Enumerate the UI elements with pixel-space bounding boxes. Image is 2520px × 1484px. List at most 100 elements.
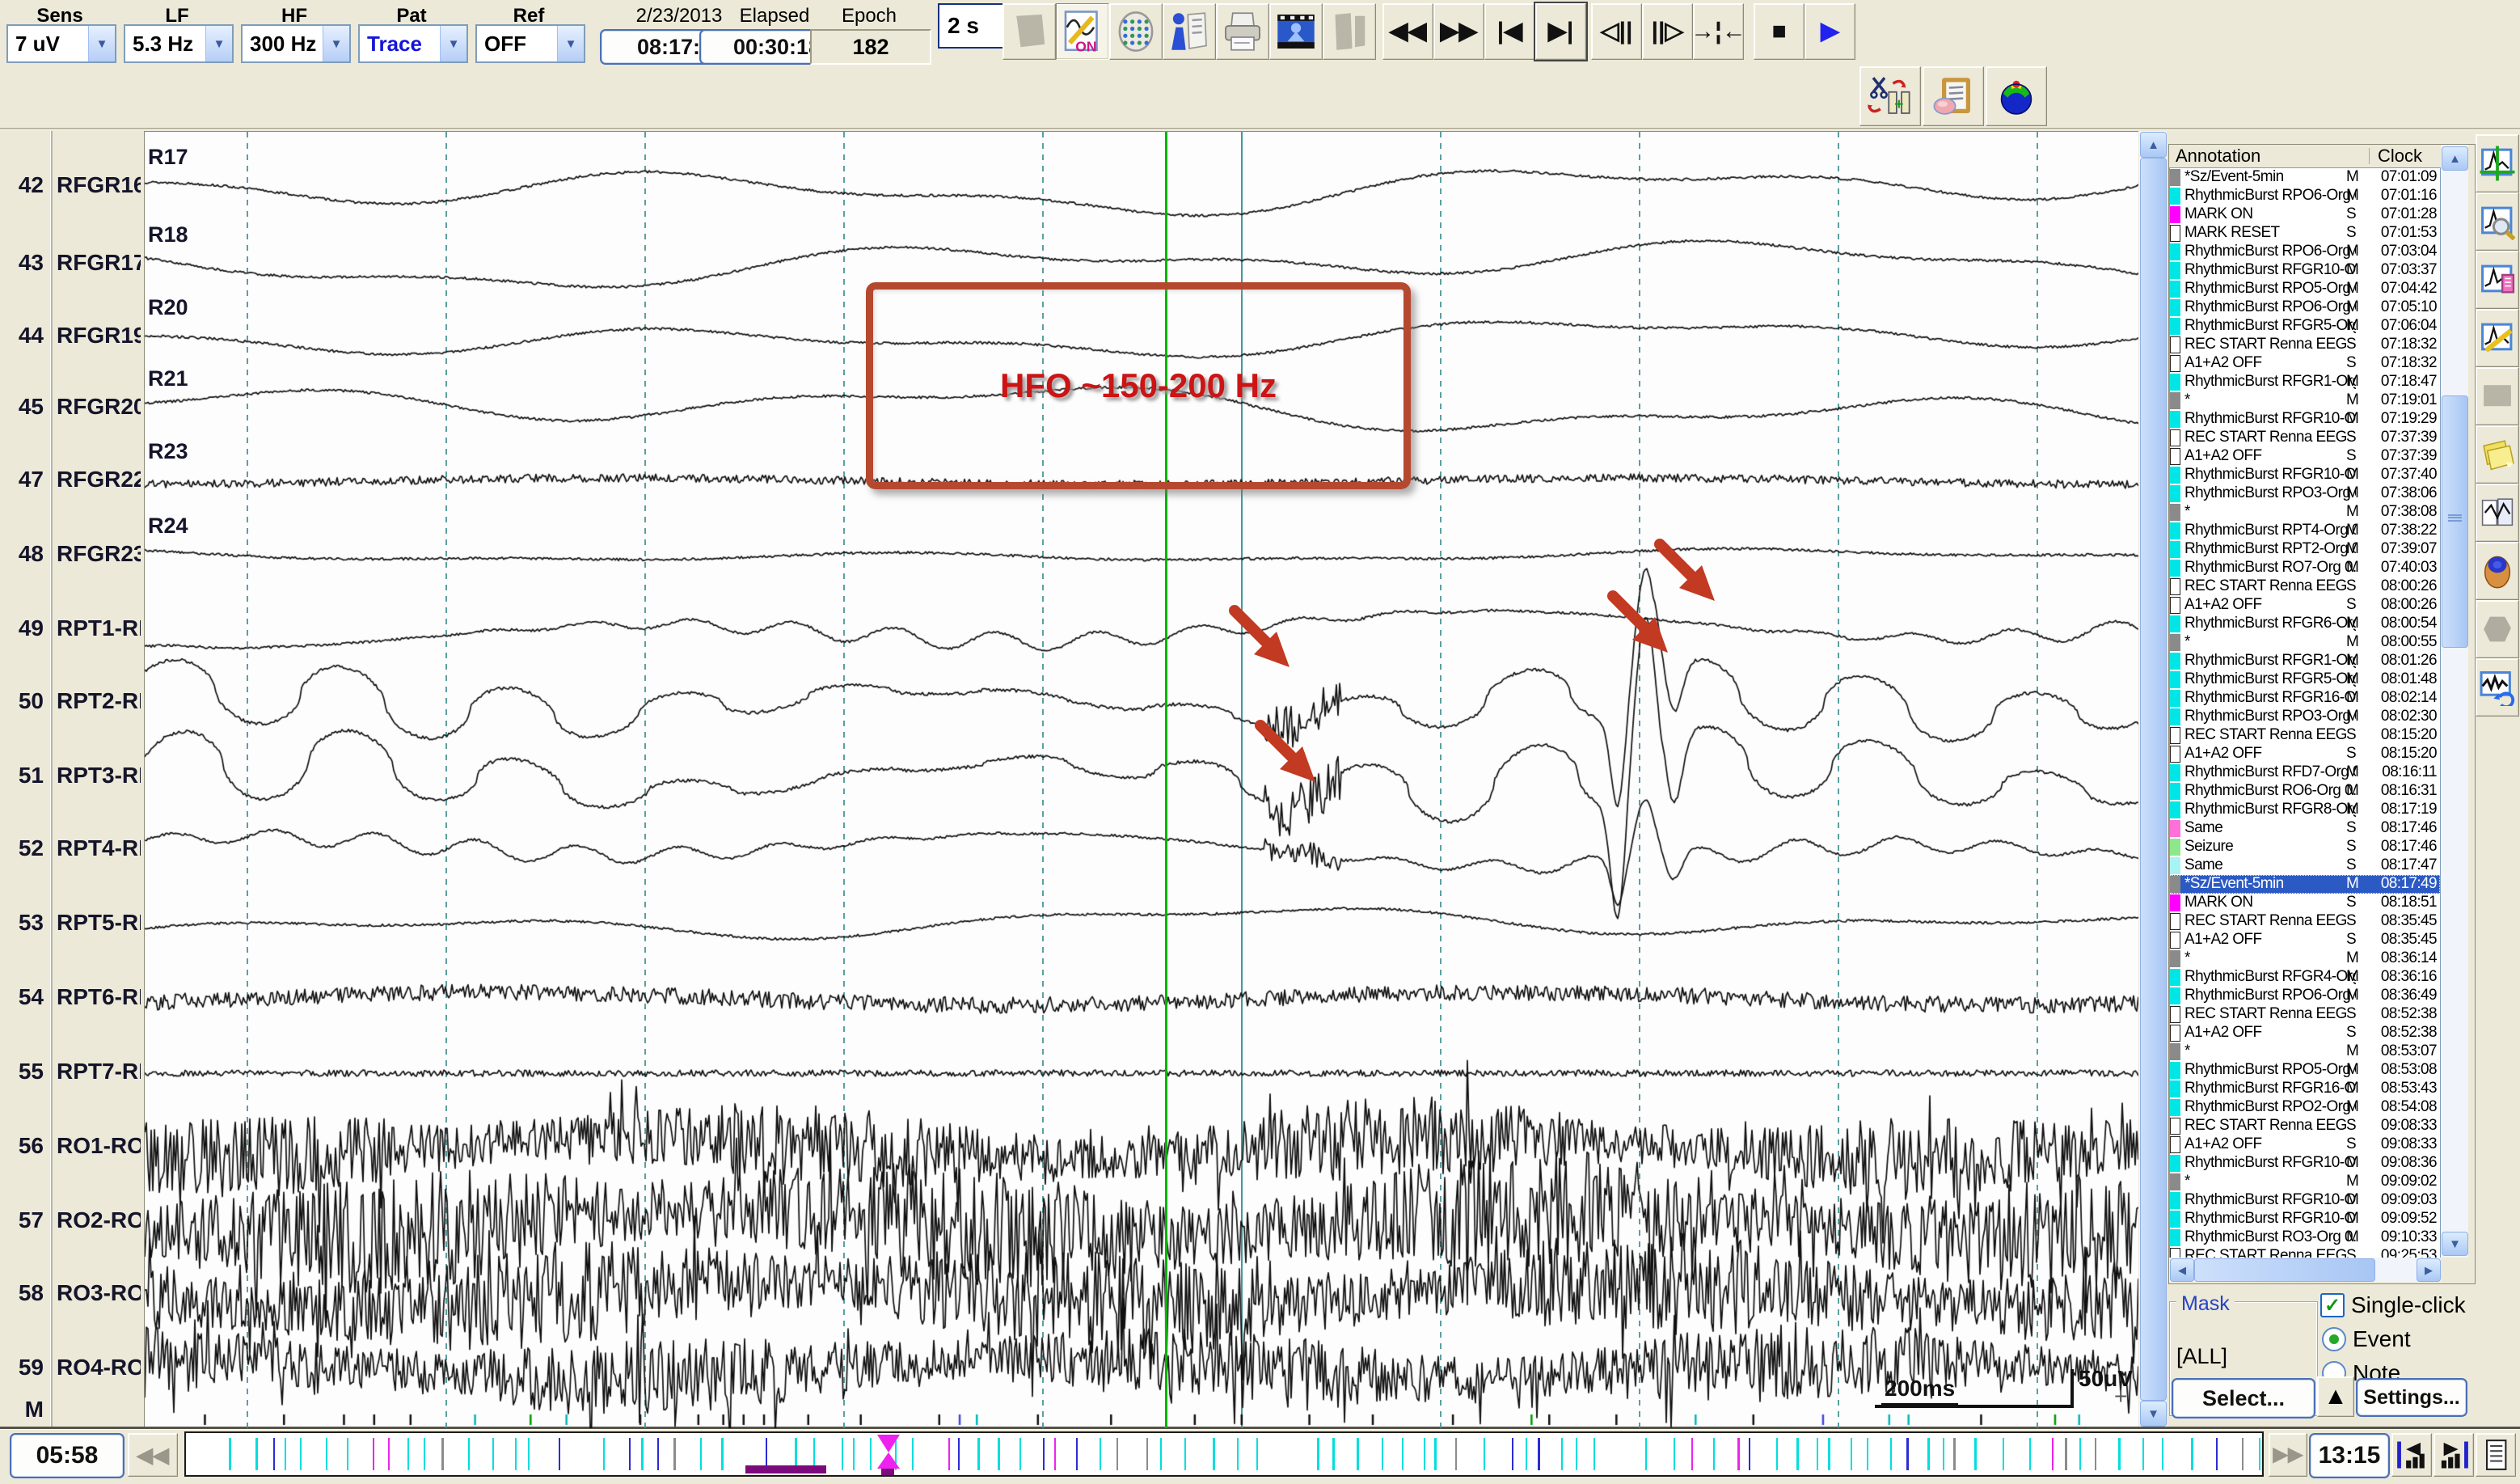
annotation-vscrollbar[interactable]: ▲ ▼: [2441, 145, 2468, 1258]
annotation-row[interactable]: SeizureS08:17:46: [2170, 838, 2440, 856]
trace-area[interactable]: R17R18R20R21R23R24 HFO ~150-200 Hz 200ms…: [144, 131, 2138, 1429]
channel-row[interactable]: 49RPT1-RF: [0, 615, 144, 642]
field-dropdown-lf[interactable]: 5.3 Hz▼: [124, 24, 234, 63]
annotation-row[interactable]: SameS08:17:47: [2170, 856, 2440, 875]
event-option[interactable]: Event: [2322, 1326, 2411, 1352]
field-dropdown-sens[interactable]: 7 uV▼: [6, 24, 116, 63]
current-position-marker[interactable]: [876, 1435, 901, 1475]
chevron-down-icon[interactable]: ▼: [440, 26, 466, 61]
annotation-row[interactable]: RhythmicBurst RPO6-Org 0.9M07:05:10: [2170, 298, 2440, 317]
annotation-row[interactable]: RhythmicBurst RPO3-Org 0.9M08:02:30: [2170, 708, 2440, 726]
annotation-row[interactable]: RhythmicBurst RFGR10-OrgM09:09:52: [2170, 1210, 2440, 1228]
annotation-hscrollbar[interactable]: ◀ ▶: [2169, 1258, 2441, 1282]
chevron-down-icon[interactable]: ▼: [323, 26, 349, 61]
annotation-row[interactable]: RhythmicBurst RFGR16-OrgM08:53:43: [2170, 1080, 2440, 1098]
channel-row[interactable]: 47RFGR22: [0, 466, 144, 493]
transport-play-button[interactable]: ▶: [1805, 3, 1855, 60]
annotation-row[interactable]: *M08:36:14: [2170, 949, 2440, 968]
start-time-button[interactable]: 05:58: [10, 1433, 125, 1478]
trace-scrollbar[interactable]: ▲ ▼: [2139, 131, 2167, 1427]
annotation-row[interactable]: RhythmicBurst RPO6-Org 0.9M07:03:04: [2170, 243, 2440, 261]
topo-sphere-icon[interactable]: [1986, 66, 2047, 126]
annotation-row[interactable]: REC START Renna EEGS08:35:45: [2170, 912, 2440, 931]
chevron-down-icon[interactable]: ▼: [557, 26, 584, 61]
split-view-icon[interactable]: [2476, 484, 2519, 542]
channel-row[interactable]: 44RFGR19: [0, 322, 144, 349]
transport-rewind-button[interactable]: ◀◀: [1382, 3, 1433, 60]
annotation-row[interactable]: RhythmicBurst RPO6-Org 0.9M08:36:49: [2170, 987, 2440, 1005]
annotation-row[interactable]: RhythmicBurst RPO6-Org 0.9M07:01:16: [2170, 187, 2440, 205]
channel-row[interactable]: 57RO2-RO3: [0, 1207, 144, 1234]
prune-clips-icon[interactable]: +: [1859, 66, 1921, 126]
annotation-row[interactable]: *M09:09:02: [2170, 1173, 2440, 1191]
annotation-row[interactable]: REC START Renna EEGS07:18:32: [2170, 336, 2440, 354]
transport-stop-button[interactable]: ■: [1754, 3, 1805, 60]
annotation-row[interactable]: RhythmicBurst RFGR10-OrgM09:09:03: [2170, 1191, 2440, 1210]
annotation-row[interactable]: RhythmicBurst RFGR6-Org 0M08:00:54: [2170, 615, 2440, 633]
patient-info-icon[interactable]: [1163, 3, 1216, 60]
electrode-map-icon[interactable]: [1109, 3, 1163, 60]
annotation-row[interactable]: A1+A2 OFFS07:18:32: [2170, 354, 2440, 373]
refresh-trace-icon[interactable]: [2476, 658, 2519, 717]
clock-column-header[interactable]: Clock: [2378, 146, 2439, 167]
event-list-button[interactable]: [2476, 1433, 2516, 1477]
scroll-left-icon[interactable]: ◀: [2170, 1258, 2194, 1282]
annotation-row[interactable]: RhythmicBurst RFGR10-OrgM09:08:36: [2170, 1154, 2440, 1173]
timeline-forward-button[interactable]: ▶▶: [2269, 1433, 2307, 1477]
single-click-option[interactable]: ✓ Single-click: [2320, 1292, 2466, 1318]
settings-button[interactable]: Settings...: [2356, 1378, 2467, 1417]
annotation-row[interactable]: RhythmicBurst RO7-Org 0.99M07:40:03: [2170, 559, 2440, 577]
annotation-row[interactable]: A1+A2 OFFS07:37:39: [2170, 447, 2440, 466]
trend-measure-icon[interactable]: [2476, 134, 2519, 192]
annotation-row[interactable]: RhythmicBurst RFGR10-OrgM07:19:29: [2170, 410, 2440, 429]
trend-zoom-icon[interactable]: [2476, 192, 2519, 251]
annotation-column-header[interactable]: Annotation: [2169, 146, 2369, 167]
annotation-hscroll-thumb[interactable]: [2194, 1258, 2375, 1282]
scroll-down-icon[interactable]: ▼: [2140, 1401, 2167, 1427]
annotation-row[interactable]: RhythmicBurst RFGR16-OrgM08:02:14: [2170, 689, 2440, 708]
annotation-row[interactable]: MARK ONS08:18:51: [2170, 894, 2440, 912]
scroll-up-icon[interactable]: ▲: [2140, 132, 2167, 158]
field-dropdown-hf[interactable]: 300 Hz▼: [241, 24, 351, 63]
annotation-row[interactable]: *Sz/Event-5minM07:01:09: [2170, 168, 2440, 187]
annotation-row[interactable]: *M07:19:01: [2170, 391, 2440, 410]
annotation-row[interactable]: *M07:38:08: [2170, 503, 2440, 522]
annotation-row[interactable]: *Sz/Event-5minM08:17:49: [2170, 875, 2440, 894]
transport-go-last-button[interactable]: ▶|: [1535, 3, 1586, 60]
channel-row[interactable]: 45RFGR20: [0, 393, 144, 421]
transport-go-first-button[interactable]: |◀: [1484, 3, 1535, 60]
annotation-row[interactable]: RhythmicBurst RFD7-Org 0.9M08:16:11: [2170, 763, 2440, 782]
transport-step-back-button[interactable]: ◁||: [1591, 3, 1642, 60]
annotation-row[interactable]: RhythmicBurst RFGR10-OrgM07:37:40: [2170, 466, 2440, 484]
annotation-row[interactable]: RhythmicBurst RFGR5-Org 0M08:01:48: [2170, 670, 2440, 689]
channel-row[interactable]: 56RO1-RO2: [0, 1132, 144, 1160]
trend-annotate-icon[interactable]: [2476, 251, 2519, 309]
annotation-row[interactable]: REC START Renna EEGS08:00:26: [2170, 577, 2440, 596]
annotation-row[interactable]: RhythmicBurst RFGR10-OrgM07:03:37: [2170, 261, 2440, 280]
annotation-row[interactable]: RhythmicBurst RFGR1-Org 0M07:18:47: [2170, 373, 2440, 391]
annotation-row[interactable]: RhythmicBurst RO6-Org 0.99M08:16:31: [2170, 782, 2440, 801]
channel-row[interactable]: M: [0, 1396, 144, 1423]
channel-row[interactable]: 43RFGR17: [0, 249, 144, 277]
annotation-row[interactable]: *M08:53:07: [2170, 1042, 2440, 1061]
channel-row[interactable]: 52RPT4-RF: [0, 835, 144, 862]
annotation-row[interactable]: REC START Renna EEGS09:08:33: [2170, 1117, 2440, 1135]
end-time-button[interactable]: 13:15: [2309, 1433, 2390, 1478]
annotation-row[interactable]: RhythmicBurst RPT2-Org 0.9M07:39:07: [2170, 540, 2440, 559]
annotation-row[interactable]: RhythmicBurst RPO3-Org 0.9M07:38:06: [2170, 484, 2440, 503]
annotation-row[interactable]: RhythmicBurst RPT4-Org 0.9M07:38:22: [2170, 522, 2440, 540]
select-button[interactable]: Select...: [2172, 1378, 2315, 1418]
channel-row[interactable]: 54RPT6-RF: [0, 983, 144, 1011]
channel-row[interactable]: 50RPT2-RF: [0, 687, 144, 715]
annotation-row[interactable]: RhythmicBurst RPO5-Org 0.9M08:53:08: [2170, 1061, 2440, 1080]
document-disabled-icon[interactable]: [1003, 3, 1056, 60]
marker-triangle-button[interactable]: ▲: [2317, 1376, 2354, 1417]
door-disabled-icon[interactable]: [1323, 3, 1376, 60]
annotation-row[interactable]: RhythmicBurst RFGR1-Org 0M08:01:26: [2170, 652, 2440, 670]
print-icon[interactable]: [1216, 3, 1269, 60]
annotation-list-header[interactable]: Annotation Clock: [2169, 145, 2439, 168]
trend-draw-icon[interactable]: [2476, 309, 2519, 367]
annotation-row[interactable]: REC START Renna EEGS08:52:38: [2170, 1005, 2440, 1024]
transport-fast-forward-button[interactable]: ▶▶: [1433, 3, 1484, 60]
annotation-row[interactable]: REC START Renna EEGS07:37:39: [2170, 429, 2440, 447]
